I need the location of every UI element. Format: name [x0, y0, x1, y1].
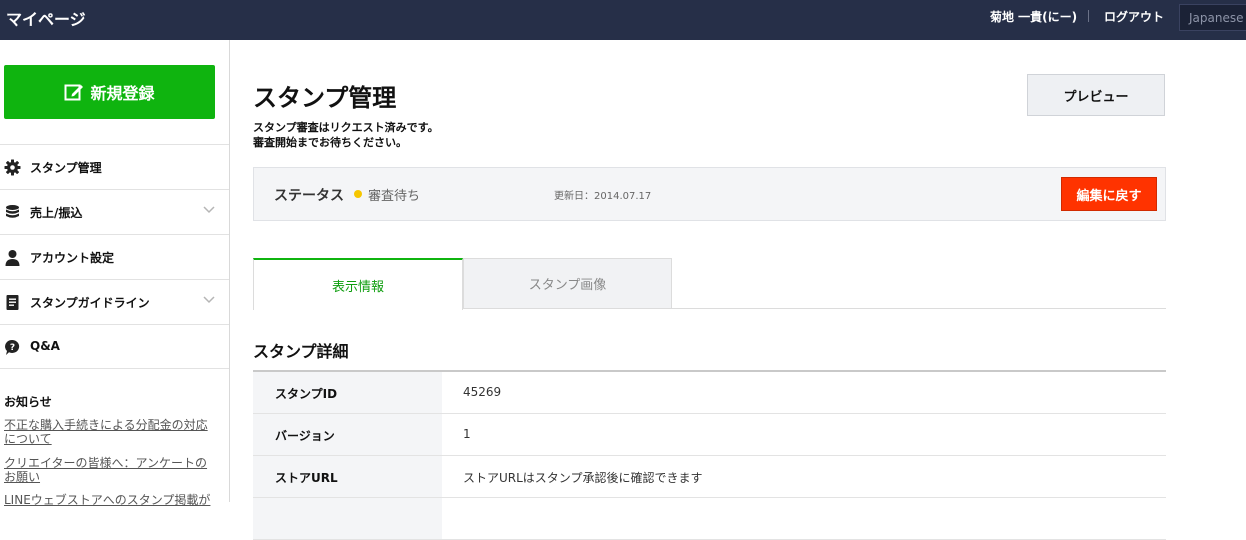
- user-name: 菊地 一貴(にー): [990, 10, 1078, 24]
- status-value: 審査待ち: [368, 189, 421, 204]
- row-value: ストアURLはスタンプ承認後に確認できます: [463, 471, 703, 485]
- top-header: マイページ 菊地 一貴(にー) ログアウト Japanese: [0, 0, 1246, 40]
- notice-link[interactable]: クリエイターの皆様へ：アンケートのお願い: [4, 456, 219, 484]
- row-key: ストアURL: [253, 456, 442, 497]
- logout-link[interactable]: ログアウト: [1104, 8, 1164, 25]
- table-row: バージョン 1: [253, 414, 1166, 456]
- updated-date: 更新日：2014.07.17: [554, 191, 652, 202]
- document-icon: [6, 295, 19, 310]
- app-title[interactable]: マイページ: [6, 6, 86, 30]
- table-row: スタンプID 45269: [253, 372, 1166, 414]
- row-key: [253, 498, 442, 539]
- new-registration-button[interactable]: 新規登録: [4, 65, 215, 119]
- sidebar-item-guidelines[interactable]: スタンプガイドライン: [0, 279, 229, 324]
- sidebar-item-label: アカウント設定: [30, 251, 115, 265]
- sidebar-item-label: スタンプ管理: [30, 161, 102, 175]
- section-title: スタンプ詳細: [253, 342, 349, 361]
- edit-icon: [64, 84, 84, 101]
- row-key: バージョン: [253, 414, 442, 455]
- sidebar: 新規登録 スタンプ管理 売上/振込 アカウント設定 スタンプガイドライン ? Q…: [0, 40, 230, 507]
- chevron-down-icon: [203, 296, 215, 304]
- table-row: ストアURL ストアURLはスタンプ承認後に確認できます: [253, 456, 1166, 498]
- back-to-edit-button[interactable]: 編集に戻す: [1061, 177, 1157, 211]
- sidebar-item-label: Q&A: [30, 339, 60, 353]
- new-registration-label: 新規登録: [90, 84, 155, 103]
- sidebar-item-account-settings[interactable]: アカウント設定: [0, 234, 229, 279]
- sidebar-item-stamp-management[interactable]: スタンプ管理: [0, 144, 229, 189]
- preview-button[interactable]: プレビュー: [1027, 74, 1165, 116]
- detail-table: スタンプID 45269 バージョン 1 ストアURL ストアURLはスタンプ承…: [253, 370, 1166, 540]
- notice-link[interactable]: LINEウェブストアへのスタンプ掲載が: [4, 493, 219, 507]
- notice-heading: お知らせ: [4, 395, 52, 409]
- chevron-down-icon: [203, 206, 215, 214]
- sidebar-item-sales[interactable]: 売上/振込: [0, 189, 229, 234]
- header-divider: [1088, 10, 1089, 22]
- language-select[interactable]: Japanese: [1179, 4, 1246, 31]
- question-bubble-icon: ?: [5, 339, 20, 355]
- status-dot-icon: [354, 190, 362, 198]
- status-message: スタンプ審査はリクエスト済みです。 審査開始までお待ちください。: [253, 120, 439, 150]
- svg-text:?: ?: [10, 343, 15, 353]
- tab-display-info[interactable]: 表示情報: [253, 258, 463, 310]
- notice-link[interactable]: 不正な購入手続きによる分配金の対応について: [4, 418, 219, 446]
- user-icon: [5, 250, 20, 266]
- sidebar-nav: スタンプ管理 売上/振込 アカウント設定 スタンプガイドライン ? Q&A: [0, 144, 229, 369]
- status-label: ステータス: [274, 188, 344, 204]
- row-value: 45269: [463, 385, 502, 399]
- page-title: スタンプ管理: [253, 84, 397, 112]
- row-key: スタンプID: [253, 372, 442, 413]
- tab-stamp-images[interactable]: スタンプ画像: [463, 258, 672, 309]
- coins-icon: [6, 205, 19, 218]
- status-message-line: 審査開始までお待ちください。: [253, 136, 407, 149]
- row-value: 1: [463, 427, 471, 441]
- table-row: [253, 498, 1166, 540]
- status-bar: ステータス 審査待ち 更新日：2014.07.17 編集に戻す: [253, 167, 1166, 221]
- gear-icon: [4, 159, 21, 176]
- sidebar-item-label: スタンプガイドライン: [30, 296, 150, 310]
- sidebar-item-qa[interactable]: ? Q&A: [0, 324, 229, 369]
- sidebar-item-label: 売上/振込: [30, 206, 83, 220]
- status-message-line: スタンプ審査はリクエスト済みです。: [253, 121, 439, 134]
